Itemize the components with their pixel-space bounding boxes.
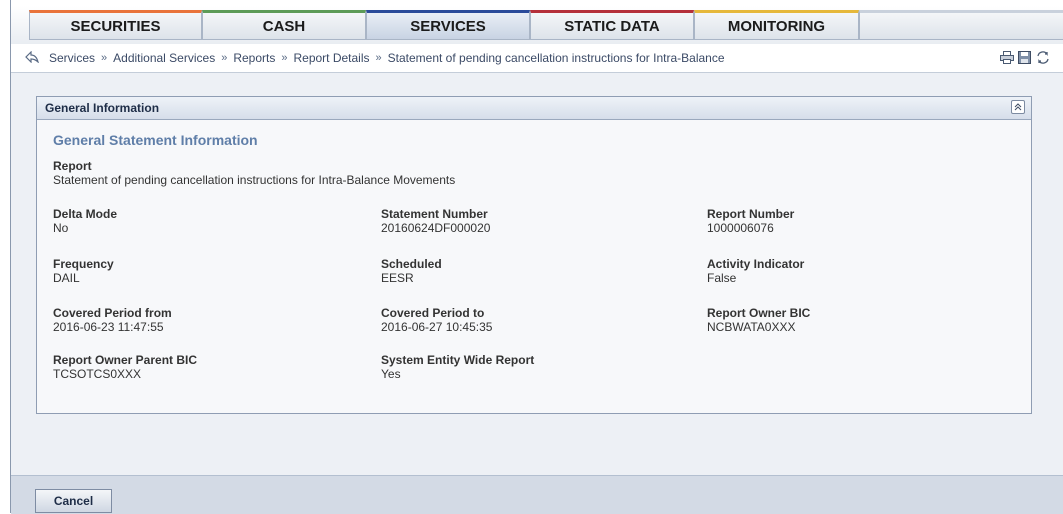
delta-mode-field: Delta Mode No [53, 207, 117, 235]
field-value: DAIL [53, 271, 80, 285]
field-label: Statement Number [381, 207, 488, 221]
report-number-field: Report Number 1000006076 [707, 207, 794, 235]
field-label: Covered Period to [381, 306, 485, 320]
report-owner-parent-bic-field: Report Owner Parent BIC TCSOTCS0XXX [53, 353, 197, 381]
report-owner-bic-field: Report Owner BIC NCBWATA0XXX [707, 306, 810, 334]
field-value: EESR [381, 271, 414, 285]
frequency-field: Frequency DAIL [53, 257, 114, 285]
back-arrow-icon[interactable] [25, 50, 40, 66]
field-label: Report Owner BIC [707, 306, 811, 320]
tab-filler [859, 10, 1063, 40]
breadcrumb: Services » Additional Services » Reports… [11, 44, 1063, 73]
field-label: Delta Mode [53, 207, 118, 221]
print-icon[interactable] [1000, 51, 1014, 64]
tab-cash[interactable]: CASH [202, 10, 366, 40]
tab-securities[interactable]: SECURITIES [29, 10, 202, 40]
general-information-panel: General Information General Statement In… [36, 96, 1032, 414]
content-area: General Information General Statement In… [11, 73, 1063, 475]
panel-header: General Information [37, 97, 1031, 120]
report-field: Report Statement of pending cancellation… [53, 159, 455, 187]
field-label: Report [53, 159, 92, 173]
cancel-button[interactable]: Cancel [35, 489, 112, 513]
panel-title: General Information [45, 101, 160, 115]
covered-period-from-field: Covered Period from 2016-06-23 11:47:55 [53, 306, 172, 334]
tab-static-data[interactable]: STATIC DATA [530, 10, 694, 40]
field-value: Statement of pending cancellation instru… [53, 173, 456, 187]
field-label: Covered Period from [53, 306, 172, 320]
system-entity-wide-report-field: System Entity Wide Report Yes [381, 353, 534, 381]
refresh-icon[interactable] [1036, 51, 1050, 64]
breadcrumb-additional-services[interactable]: Additional Services [113, 51, 215, 65]
field-label: System Entity Wide Report [381, 353, 535, 367]
app-frame: SECURITIES CASH SERVICES STATIC DATA MON… [10, 0, 1063, 514]
breadcrumb-separator: » [221, 52, 228, 64]
field-value: 2016-06-23 11:47:55 [53, 320, 164, 334]
field-label: Scheduled [381, 257, 442, 271]
breadcrumb-services[interactable]: Services [49, 51, 95, 65]
tab-monitoring[interactable]: MONITORING [694, 10, 859, 40]
field-value: No [53, 221, 69, 235]
tab-services[interactable]: SERVICES [366, 10, 530, 40]
covered-period-to-field: Covered Period to 2016-06-27 10:45:35 [381, 306, 492, 334]
main-tabbar: SECURITIES CASH SERVICES STATIC DATA MON… [11, 6, 1063, 45]
statement-number-field: Statement Number 20160624DF000020 [381, 207, 490, 235]
breadcrumb-report-details[interactable]: Report Details [293, 51, 369, 65]
field-value: TCSOTCS0XXX [53, 367, 142, 381]
field-value: False [707, 271, 737, 285]
field-label: Activity Indicator [707, 257, 805, 271]
section-title: General Statement Information [53, 132, 258, 148]
breadcrumb-separator: » [375, 52, 382, 64]
activity-indicator-field: Activity Indicator False [707, 257, 804, 285]
field-value: NCBWATA0XXX [707, 320, 796, 334]
page-tools [1000, 51, 1050, 64]
field-value: Yes [381, 367, 401, 381]
breadcrumb-separator: » [101, 52, 108, 64]
field-label: Report Owner Parent BIC [53, 353, 198, 367]
save-icon[interactable] [1018, 51, 1032, 64]
scheduled-field: Scheduled EESR [381, 257, 442, 285]
breadcrumb-separator: » [281, 52, 288, 64]
field-value: 1000006076 [707, 221, 774, 235]
breadcrumb-current: Statement of pending cancellation instru… [387, 51, 725, 65]
breadcrumb-reports[interactable]: Reports [233, 51, 275, 65]
collapse-icon[interactable] [1011, 100, 1025, 114]
bottom-bar: Cancel [11, 475, 1063, 514]
field-value: 20160624DF000020 [381, 221, 491, 235]
field-label: Report Number [707, 207, 795, 221]
field-value: 2016-06-27 10:45:35 [381, 320, 493, 334]
field-label: Frequency [53, 257, 114, 271]
